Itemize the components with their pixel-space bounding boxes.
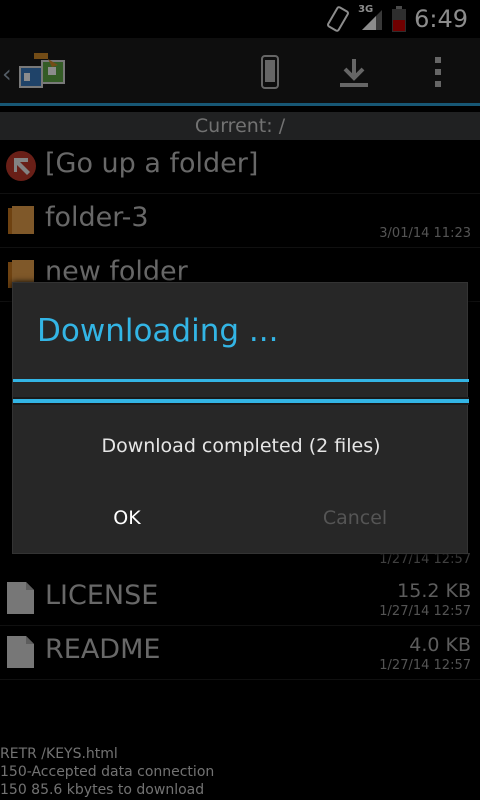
ok-button[interactable]: OK bbox=[13, 493, 241, 543]
dialog-message: Download completed (2 files) bbox=[101, 435, 381, 457]
progress-fill bbox=[13, 399, 469, 403]
dialog-title-divider bbox=[13, 379, 469, 382]
dialog-title: Downloading ... bbox=[37, 313, 279, 349]
download-dialog: Downloading ... Download completed (2 fi… bbox=[12, 282, 469, 554]
cancel-button[interactable]: Cancel bbox=[241, 493, 469, 543]
dialog-buttons: OK Cancel bbox=[13, 493, 469, 543]
